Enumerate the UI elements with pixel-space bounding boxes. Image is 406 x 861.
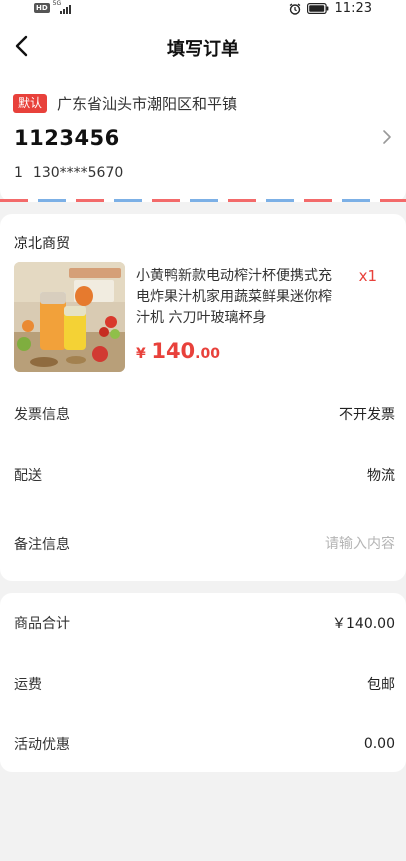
delivery-label: 配送 xyxy=(14,468,42,484)
delivery-row[interactable]: 配送 物流 xyxy=(14,465,395,485)
remark-input[interactable] xyxy=(215,536,395,552)
shipping-row: 运费 包邮 xyxy=(14,674,395,694)
price-decimal: .00 xyxy=(195,346,220,362)
discount-value: 0.00 xyxy=(363,736,395,752)
order-card: 凉北商贸 小黄鸭新款电动榨汁杯便携式充电炸果汁机家用蔬菜鲜果迷你榨汁机 六刀叶玻… xyxy=(0,214,406,581)
contact-phone: 130****5670 xyxy=(32,165,124,181)
contact-name: 1 xyxy=(14,165,23,181)
remark-label: 备注信息 xyxy=(14,537,70,553)
hd-icon: HD xyxy=(34,3,50,13)
address-region-row: 默认 广东省汕头市潮阳区和平镇 xyxy=(13,93,237,114)
goods-total-row: 商品合计 ￥140.00 xyxy=(14,613,395,633)
nav-bar: 填写订单 xyxy=(0,18,406,74)
product-price: ¥ 140.00 xyxy=(136,339,220,363)
status-time: 11:23 xyxy=(334,1,372,16)
delivery-value: 物流 xyxy=(367,468,395,484)
product-quantity: x1 xyxy=(358,267,377,285)
status-bar: HD 5G 11:23 xyxy=(0,0,406,18)
page-title: 填写订单 xyxy=(167,39,239,60)
price-symbol: ¥ xyxy=(136,346,146,362)
status-right: 11:23 xyxy=(289,1,372,16)
discount-label: 活动优惠 xyxy=(14,737,70,753)
summary-card: 商品合计 ￥140.00 运费 包邮 活动优惠 0.00 xyxy=(0,593,406,772)
goods-total-value: ￥140.00 xyxy=(332,616,395,632)
invoice-label: 发票信息 xyxy=(14,407,70,423)
address-detail: 1123456 xyxy=(14,126,120,150)
product-image[interactable] xyxy=(14,262,125,372)
default-badge: 默认 xyxy=(13,94,48,113)
price-integer: 140 xyxy=(151,339,196,363)
invoice-row[interactable]: 发票信息 不开发票 xyxy=(14,404,395,424)
invoice-value: 不开发票 xyxy=(339,407,395,423)
status-left: HD 5G xyxy=(34,0,75,14)
address-card[interactable]: 默认 广东省汕头市潮阳区和平镇 1123456 1 130****5670 xyxy=(0,74,406,202)
shipping-value: 包邮 xyxy=(367,677,395,693)
alarm-icon xyxy=(289,2,300,15)
discount-row: 活动优惠 0.00 xyxy=(14,734,395,754)
remark-row: 备注信息 xyxy=(14,534,395,554)
store-name: 凉北商贸 xyxy=(14,236,70,252)
chevron-right-icon[interactable] xyxy=(382,129,392,145)
shipping-label: 运费 xyxy=(14,677,42,693)
address-envelope-stripe xyxy=(0,199,406,202)
battery-icon xyxy=(306,3,328,14)
product-title[interactable]: 小黄鸭新款电动榨汁杯便携式充电炸果汁机家用蔬菜鲜果迷你榨汁机 六刀叶玻璃杯身 xyxy=(136,266,334,329)
address-contact-row: 1 130****5670 xyxy=(14,165,123,181)
goods-total-label: 商品合计 xyxy=(14,616,70,632)
address-region: 广东省汕头市潮阳区和平镇 xyxy=(57,95,238,113)
signal-icon: 5G xyxy=(53,0,75,14)
